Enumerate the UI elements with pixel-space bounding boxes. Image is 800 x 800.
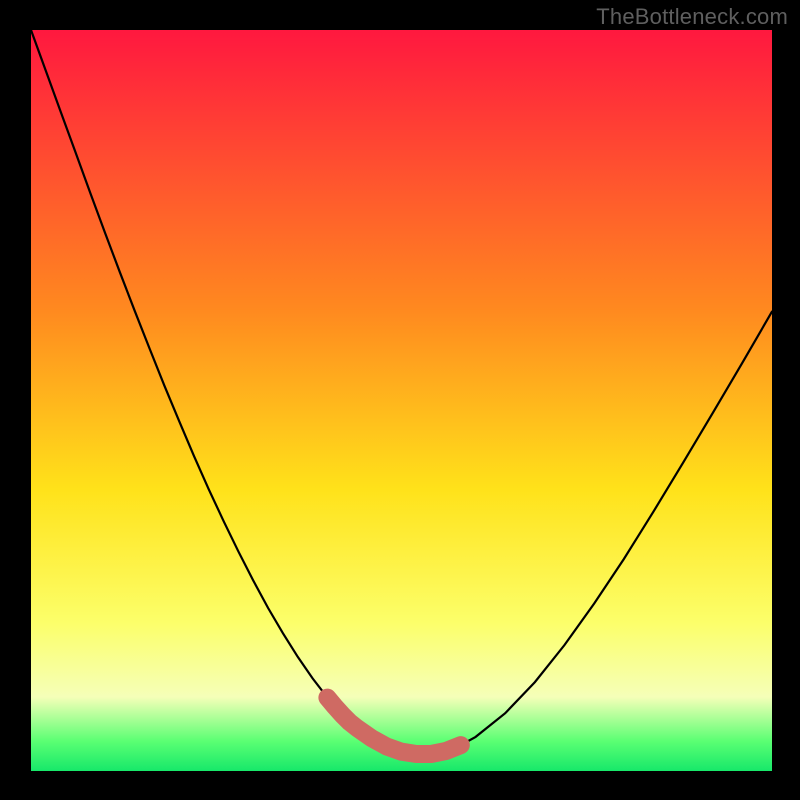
watermark-text: TheBottleneck.com xyxy=(596,4,788,30)
bottleneck-chart xyxy=(0,0,800,800)
plot-background xyxy=(31,30,772,771)
chart-frame: TheBottleneck.com xyxy=(0,0,800,800)
